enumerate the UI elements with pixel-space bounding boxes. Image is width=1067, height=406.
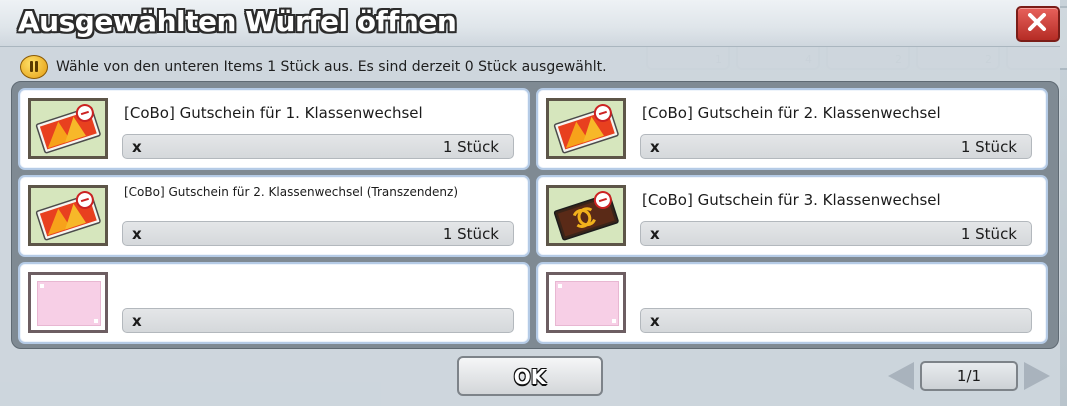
list-item[interactable]: [CoBo] Gutschein für 2. Klassenwechsel (…	[18, 175, 530, 257]
quantity-prefix: x	[650, 225, 660, 243]
title-bar: Ausgewählten Würfel öffnen	[0, 0, 1060, 47]
item-name: [CoBo] Gutschein für 3. Klassenwechsel	[642, 191, 941, 209]
list-item-empty[interactable]: x	[536, 262, 1048, 344]
voucher-ticket-icon	[28, 185, 108, 246]
item-list: [CoBo] Gutschein für 1. Klassenwechsel x…	[11, 81, 1059, 349]
item-name: [CoBo] Gutschein für 2. Klassenwechsel	[642, 104, 941, 122]
quantity-value: 1 Stück	[960, 225, 1017, 243]
list-item-empty[interactable]: x	[18, 262, 530, 344]
close-x-icon	[1028, 13, 1046, 31]
item-name: [CoBo] Gutschein für 1. Klassenwechsel	[124, 104, 423, 122]
dialog-title: Ausgewählten Würfel öffnen	[18, 5, 457, 38]
empty-slot-icon	[28, 272, 108, 333]
hint-text: Wähle von den unteren Items 1 Stück aus.…	[56, 59, 607, 75]
quantity-prefix: x	[650, 138, 660, 156]
open-cube-dialog: Ausgewählten Würfel öffnen Wähle von den…	[0, 0, 1060, 406]
quantity-prefix: x	[132, 225, 142, 243]
quantity-field[interactable]: x	[640, 308, 1032, 333]
empty-slot-icon	[546, 272, 626, 333]
quantity-field[interactable]: x 1 Stück	[122, 134, 514, 159]
page-indicator: 1/1	[920, 361, 1018, 391]
arrow-right-icon[interactable]	[1024, 362, 1050, 390]
empty-slot-fill	[37, 281, 101, 326]
quantity-prefix: x	[650, 312, 660, 330]
list-item[interactable]: [CoBo] Gutschein für 3. Klassenwechsel x…	[536, 175, 1048, 257]
ok-button-label: OK	[513, 365, 547, 389]
quantity-prefix: x	[132, 138, 142, 156]
empty-slot-fill	[555, 281, 619, 326]
quantity-field[interactable]: x 1 Stück	[640, 221, 1032, 246]
close-button[interactable]	[1016, 6, 1060, 42]
voucher-ticket-icon	[28, 98, 108, 159]
quantity-field[interactable]: x	[122, 308, 514, 333]
quantity-field[interactable]: x 1 Stück	[122, 221, 514, 246]
list-item[interactable]: [CoBo] Gutschein für 1. Klassenwechsel x…	[18, 88, 530, 170]
arrow-left-icon[interactable]	[888, 362, 914, 390]
pagination: 1/1	[886, 360, 1052, 394]
hint-row: Wähle von den unteren Items 1 Stück aus.…	[20, 54, 607, 80]
ok-button[interactable]: OK	[457, 356, 603, 396]
pause-info-icon	[20, 55, 48, 79]
quantity-field[interactable]: x 1 Stück	[640, 134, 1032, 159]
quantity-value: 1 Stück	[442, 138, 499, 156]
quantity-prefix: x	[132, 312, 142, 330]
quantity-value: 1 Stück	[442, 225, 499, 243]
quantity-value: 1 Stück	[960, 138, 1017, 156]
item-name: [CoBo] Gutschein für 2. Klassenwechsel (…	[124, 185, 459, 199]
voucher-ticket-icon	[546, 98, 626, 159]
dark-voucher-ticket-icon	[546, 185, 626, 246]
list-item[interactable]: [CoBo] Gutschein für 2. Klassenwechsel x…	[536, 88, 1048, 170]
